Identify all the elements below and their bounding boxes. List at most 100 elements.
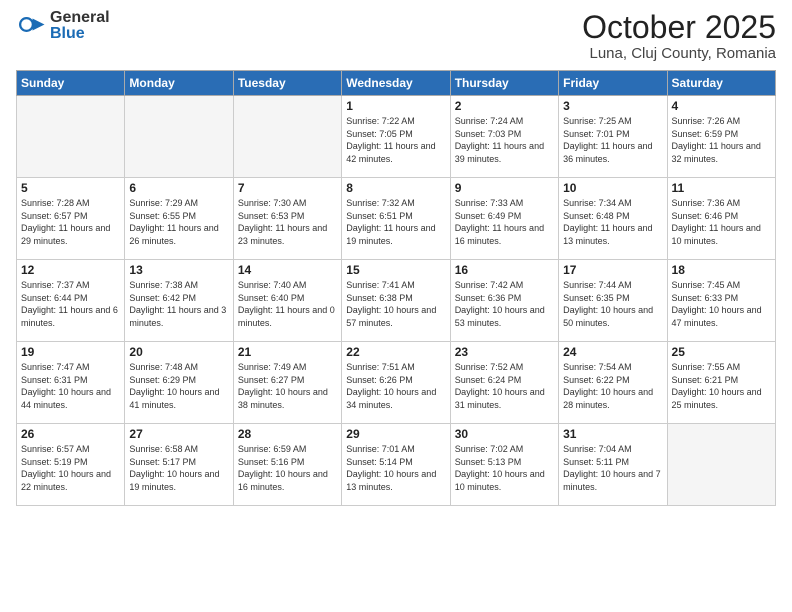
day-number: 7 — [238, 181, 337, 195]
calendar-cell — [233, 96, 341, 178]
day-info: Sunrise: 7:34 AMSunset: 6:48 PMDaylight:… — [563, 197, 662, 247]
calendar-cell: 15Sunrise: 7:41 AMSunset: 6:38 PMDayligh… — [342, 260, 450, 342]
logo-general-text: General — [50, 10, 110, 26]
day-number: 16 — [455, 263, 554, 277]
day-number: 30 — [455, 427, 554, 441]
day-info: Sunrise: 7:48 AMSunset: 6:29 PMDaylight:… — [129, 361, 228, 411]
day-info: Sunrise: 7:36 AMSunset: 6:46 PMDaylight:… — [672, 197, 771, 247]
day-number: 19 — [21, 345, 120, 359]
day-number: 12 — [21, 263, 120, 277]
day-info: Sunrise: 7:26 AMSunset: 6:59 PMDaylight:… — [672, 115, 771, 165]
day-number: 23 — [455, 345, 554, 359]
calendar-cell: 20 Sunrise: 7:48 AMSunset: 6:29 PMDayligh… — [125, 342, 233, 424]
logo-text: General Blue — [50, 10, 110, 42]
day-number: 6 — [129, 181, 228, 195]
day-info: Sunrise: 7:02 AMSunset: 5:13 PMDaylight:… — [455, 443, 554, 493]
header-wednesday: Wednesday — [342, 71, 450, 96]
day-number: 25 — [672, 345, 771, 359]
day-number: 26 — [21, 427, 120, 441]
day-info: Sunrise: 7:30 AMSunset: 6:53 PMDaylight:… — [238, 197, 337, 247]
day-number: 21 — [238, 345, 337, 359]
day-info: Sunrise: 7:32 AMSunset: 6:51 PMDaylight:… — [346, 197, 445, 247]
day-info: Sunrise: 7:33 AMSunset: 6:49 PMDaylight:… — [455, 197, 554, 247]
calendar-cell: 9 Sunrise: 7:33 AMSunset: 6:49 PMDaylight… — [450, 178, 558, 260]
calendar-cell: 24 Sunrise: 7:54 AMSunset: 6:22 PMDayligh… — [559, 342, 667, 424]
calendar-cell: 30 Sunrise: 7:02 AMSunset: 5:13 PMDayligh… — [450, 424, 558, 506]
header-friday: Friday — [559, 71, 667, 96]
day-info: Sunrise: 7:04 AMSunset: 5:11 PMDaylight:… — [563, 443, 662, 493]
calendar-cell: 14Sunrise: 7:40 AMSunset: 6:40 PMDayligh… — [233, 260, 341, 342]
day-number: 28 — [238, 427, 337, 441]
calendar-cell: 27Sunrise: 6:58 AMSunset: 5:17 PMDayligh… — [125, 424, 233, 506]
calendar-cell: 3Sunrise: 7:25 AMSunset: 7:01 PMDaylight… — [559, 96, 667, 178]
calendar-cell: 11 Sunrise: 7:36 AMSunset: 6:46 PMDayligh… — [667, 178, 775, 260]
calendar-cell: 18Sunrise: 7:45 AMSunset: 6:33 PMDayligh… — [667, 260, 775, 342]
calendar-cell: 22 Sunrise: 7:51 AMSunset: 6:26 PMDayligh… — [342, 342, 450, 424]
header: General Blue October 2025 Luna, Cluj Cou… — [16, 10, 776, 62]
day-number: 13 — [129, 263, 228, 277]
day-number: 27 — [129, 427, 228, 441]
calendar-week-1: 5 Sunrise: 7:28 AMSunset: 6:57 PMDaylight… — [17, 178, 776, 260]
day-number: 17 — [563, 263, 662, 277]
day-info: Sunrise: 7:51 AMSunset: 6:26 PMDaylight:… — [346, 361, 445, 411]
day-number: 11 — [672, 181, 771, 195]
calendar-cell: 10Sunrise: 7:34 AMSunset: 6:48 PMDayligh… — [559, 178, 667, 260]
day-info: Sunrise: 7:22 AMSunset: 7:05 PMDaylight:… — [346, 115, 445, 165]
day-info: Sunrise: 6:59 AMSunset: 5:16 PMDaylight:… — [238, 443, 337, 493]
calendar-week-4: 26Sunrise: 6:57 AMSunset: 5:19 PMDayligh… — [17, 424, 776, 506]
calendar-week-3: 19 Sunrise: 7:47 AMSunset: 6:31 PMDayligh… — [17, 342, 776, 424]
title-block: October 2025 Luna, Cluj County, Romania — [582, 10, 776, 62]
day-number: 8 — [346, 181, 445, 195]
header-thursday: Thursday — [450, 71, 558, 96]
day-info: Sunrise: 7:47 AMSunset: 6:31 PMDaylight:… — [21, 361, 120, 411]
calendar-cell — [125, 96, 233, 178]
day-info: Sunrise: 7:52 AMSunset: 6:24 PMDaylight:… — [455, 361, 554, 411]
day-info: Sunrise: 7:49 AMSunset: 6:27 PMDaylight:… — [238, 361, 337, 411]
day-info: Sunrise: 7:28 AMSunset: 6:57 PMDaylight:… — [21, 197, 120, 247]
header-tuesday: Tuesday — [233, 71, 341, 96]
header-monday: Monday — [125, 71, 233, 96]
day-info: Sunrise: 7:54 AMSunset: 6:22 PMDaylight:… — [563, 361, 662, 411]
day-info: Sunrise: 7:40 AMSunset: 6:40 PMDaylight:… — [238, 279, 337, 329]
calendar-week-2: 12Sunrise: 7:37 AMSunset: 6:44 PMDayligh… — [17, 260, 776, 342]
calendar-cell: 1 Sunrise: 7:22 AMSunset: 7:05 PMDaylight… — [342, 96, 450, 178]
day-number: 31 — [563, 427, 662, 441]
day-number: 1 — [346, 99, 445, 113]
calendar-cell: 29Sunrise: 7:01 AMSunset: 5:14 PMDayligh… — [342, 424, 450, 506]
day-number: 5 — [21, 181, 120, 195]
logo-icon — [16, 11, 46, 41]
day-info: Sunrise: 7:25 AMSunset: 7:01 PMDaylight:… — [563, 115, 662, 165]
calendar-cell — [17, 96, 125, 178]
calendar-table: Sunday Monday Tuesday Wednesday Thursday… — [16, 70, 776, 506]
day-info: Sunrise: 7:55 AMSunset: 6:21 PMDaylight:… — [672, 361, 771, 411]
calendar-subtitle: Luna, Cluj County, Romania — [582, 45, 776, 62]
calendar-cell: 26Sunrise: 6:57 AMSunset: 5:19 PMDayligh… — [17, 424, 125, 506]
calendar-cell: 4 Sunrise: 7:26 AMSunset: 6:59 PMDaylight… — [667, 96, 775, 178]
day-number: 22 — [346, 345, 445, 359]
calendar-cell: 2Sunrise: 7:24 AMSunset: 7:03 PMDaylight… — [450, 96, 558, 178]
day-info: Sunrise: 7:45 AMSunset: 6:33 PMDaylight:… — [672, 279, 771, 329]
day-info: Sunrise: 7:41 AMSunset: 6:38 PMDaylight:… — [346, 279, 445, 329]
day-info: Sunrise: 7:29 AMSunset: 6:55 PMDaylight:… — [129, 197, 228, 247]
day-info: Sunrise: 7:42 AMSunset: 6:36 PMDaylight:… — [455, 279, 554, 329]
calendar-cell: 6 Sunrise: 7:29 AMSunset: 6:55 PMDaylight… — [125, 178, 233, 260]
calendar-cell: 7 Sunrise: 7:30 AMSunset: 6:53 PMDaylight… — [233, 178, 341, 260]
page: General Blue October 2025 Luna, Cluj Cou… — [0, 0, 792, 612]
calendar-cell: 12Sunrise: 7:37 AMSunset: 6:44 PMDayligh… — [17, 260, 125, 342]
calendar-cell — [667, 424, 775, 506]
calendar-cell: 13Sunrise: 7:38 AMSunset: 6:42 PMDayligh… — [125, 260, 233, 342]
calendar-cell: 5 Sunrise: 7:28 AMSunset: 6:57 PMDaylight… — [17, 178, 125, 260]
day-number: 9 — [455, 181, 554, 195]
calendar-title: October 2025 — [582, 10, 776, 45]
days-header-row: Sunday Monday Tuesday Wednesday Thursday… — [17, 71, 776, 96]
calendar-cell: 8 Sunrise: 7:32 AMSunset: 6:51 PMDaylight… — [342, 178, 450, 260]
day-number: 24 — [563, 345, 662, 359]
calendar-cell: 17 Sunrise: 7:44 AMSunset: 6:35 PMDayligh… — [559, 260, 667, 342]
day-number: 2 — [455, 99, 554, 113]
header-saturday: Saturday — [667, 71, 775, 96]
day-info: Sunrise: 7:44 AMSunset: 6:35 PMDaylight:… — [563, 279, 662, 329]
day-number: 4 — [672, 99, 771, 113]
logo: General Blue — [16, 10, 110, 42]
calendar-cell: 16 Sunrise: 7:42 AMSunset: 6:36 PMDayligh… — [450, 260, 558, 342]
day-number: 20 — [129, 345, 228, 359]
